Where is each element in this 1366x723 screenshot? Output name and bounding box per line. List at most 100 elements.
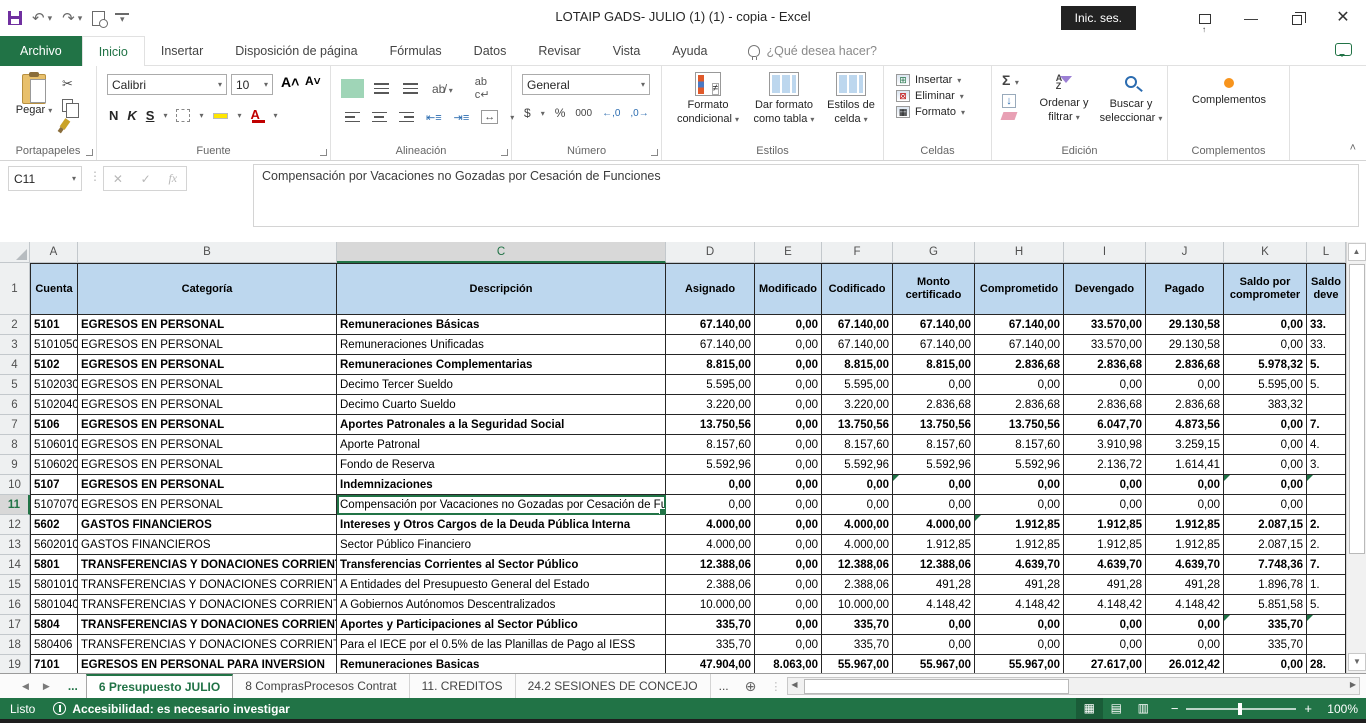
font-color-icon[interactable]: A [251, 107, 265, 123]
table-header-cell[interactable]: Saldo deve [1307, 263, 1346, 315]
cell-L12[interactable]: 2. [1307, 515, 1346, 535]
cell-E16[interactable]: 0,00 [755, 595, 822, 615]
cell-L6[interactable] [1307, 395, 1346, 415]
cell-L13[interactable]: 2. [1307, 535, 1346, 555]
cell-F4[interactable]: 8.815,00 [822, 355, 893, 375]
increase-indent-icon[interactable]: ⇥≡ [454, 111, 470, 124]
increase-font-icon[interactable]: A˄ [281, 74, 299, 90]
cell-E19[interactable]: 8.063,00 [755, 655, 822, 673]
cell-A7[interactable]: 5106 [30, 415, 78, 435]
prev-sheet-icon[interactable]: ◀ [22, 681, 29, 692]
cell-D17[interactable]: 335,70 [666, 615, 755, 635]
increase-decimal-icon[interactable]: ←,0 [602, 108, 620, 119]
cell-B10[interactable]: EGRESOS EN PERSONAL [78, 475, 337, 495]
sheet-overflow-left[interactable]: ... [60, 674, 86, 698]
cell-B6[interactable]: EGRESOS EN PERSONAL [78, 395, 337, 415]
cell-G2[interactable]: 67.140,00 [893, 315, 975, 335]
format-as-table-button[interactable]: Dar formato como tabla ▾ [748, 72, 820, 127]
column-header-L[interactable]: L [1307, 242, 1346, 263]
currency-format-icon[interactable]: $ [524, 106, 531, 120]
table-header-cell[interactable]: Comprometido [975, 263, 1064, 315]
cell-B18[interactable]: TRANSFERENCIAS Y DONACIONES CORRIENTES [78, 635, 337, 655]
cell-H8[interactable]: 8.157,60 [975, 435, 1064, 455]
cell-A16[interactable]: 5801040 [30, 595, 78, 615]
cell-A10[interactable]: 5107 [30, 475, 78, 495]
cell-D8[interactable]: 8.157,60 [666, 435, 755, 455]
cell-A12[interactable]: 5602 [30, 515, 78, 535]
table-header-cell[interactable]: Devengado [1064, 263, 1146, 315]
merge-center-icon[interactable]: ↔ [481, 110, 498, 124]
cell-C8[interactable]: Aporte Patronal [337, 435, 666, 455]
menu-tab-archivo[interactable]: Archivo [0, 36, 82, 66]
table-header-cell[interactable]: Saldo por comprometer [1224, 263, 1307, 315]
row-header-13[interactable]: 13 [0, 535, 30, 555]
menu-tab-f-rmulas[interactable]: Fórmulas [374, 36, 458, 66]
close-button[interactable]: ✕ [1320, 0, 1366, 36]
sheet-overflow-right[interactable]: ... [711, 674, 737, 698]
font-dialog-launcher-icon[interactable] [320, 149, 327, 156]
cell-D13[interactable]: 4.000,00 [666, 535, 755, 555]
cell-G13[interactable]: 1.912,85 [893, 535, 975, 555]
sort-filter-button[interactable]: AZ Ordenar y filtrar ▾ [1032, 74, 1096, 124]
wrap-text-icon[interactable]: abc↵ [475, 76, 490, 101]
row-header-4[interactable]: 4 [0, 355, 30, 375]
cell-F15[interactable]: 2.388,06 [822, 575, 893, 595]
menu-tab-datos[interactable]: Datos [458, 36, 523, 66]
formula-input[interactable]: Compensación por Vacaciones no Gozadas p… [253, 164, 1359, 227]
cell-K5[interactable]: 5.595,00 [1224, 375, 1307, 395]
row-header-19[interactable]: 19 [0, 655, 30, 673]
cell-I4[interactable]: 2.836,68 [1064, 355, 1146, 375]
number-dialog-launcher-icon[interactable] [651, 149, 658, 156]
cell-G7[interactable]: 13.750,56 [893, 415, 975, 435]
cell-L15[interactable]: 1. [1307, 575, 1346, 595]
cell-D12[interactable]: 4.000,00 [666, 515, 755, 535]
cell-D5[interactable]: 5.595,00 [666, 375, 755, 395]
row-header-5[interactable]: 5 [0, 375, 30, 395]
cell-C10[interactable]: Indemnizaciones [337, 475, 666, 495]
cell-I17[interactable]: 0,00 [1064, 615, 1146, 635]
cell-J8[interactable]: 3.259,15 [1146, 435, 1224, 455]
row-header-18[interactable]: 18 [0, 635, 30, 655]
cell-I19[interactable]: 27.617,00 [1064, 655, 1146, 673]
column-header-B[interactable]: B [78, 242, 337, 263]
cell-A4[interactable]: 5102 [30, 355, 78, 375]
row-header-16[interactable]: 16 [0, 595, 30, 615]
cell-J10[interactable]: 0,00 [1146, 475, 1224, 495]
cut-icon[interactable]: ✂ [62, 76, 73, 92]
cell-J4[interactable]: 2.836,68 [1146, 355, 1224, 375]
orientation-icon[interactable]: ab̸ ▾ [432, 82, 453, 96]
cell-I12[interactable]: 1.912,85 [1064, 515, 1146, 535]
cell-D10[interactable]: 0,00 [666, 475, 755, 495]
cell-I6[interactable]: 2.836,68 [1064, 395, 1146, 415]
cell-F2[interactable]: 67.140,00 [822, 315, 893, 335]
cell-G5[interactable]: 0,00 [893, 375, 975, 395]
insert-function-icon[interactable]: fx [168, 171, 177, 186]
cell-I15[interactable]: 491,28 [1064, 575, 1146, 595]
cell-H2[interactable]: 67.140,00 [975, 315, 1064, 335]
font-color-caret-icon[interactable]: ▾ [274, 111, 278, 120]
decrease-decimal-icon[interactable]: ,0→ [630, 108, 648, 119]
zoom-slider-thumb[interactable] [1238, 703, 1242, 715]
cell-K3[interactable]: 0,00 [1224, 335, 1307, 355]
cell-C15[interactable]: A Entidades del Presupuesto General del … [337, 575, 666, 595]
cell-L14[interactable]: 7. [1307, 555, 1346, 575]
menu-tab-ayuda[interactable]: Ayuda [656, 36, 723, 66]
format-painter-icon[interactable] [60, 118, 71, 130]
row-header-12[interactable]: 12 [0, 515, 30, 535]
confirm-entry-icon[interactable]: ✓ [141, 172, 151, 186]
cell-A11[interactable]: 5107070 [30, 495, 78, 515]
row-header-15[interactable]: 15 [0, 575, 30, 595]
sheet-tab-6-presupuesto-julio[interactable]: 6 Presupuesto JULIO [86, 674, 233, 698]
cell-F6[interactable]: 3.220,00 [822, 395, 893, 415]
cell-A8[interactable]: 5106010 [30, 435, 78, 455]
cell-G19[interactable]: 55.967,00 [893, 655, 975, 673]
cell-C13[interactable]: Sector Público Financiero [337, 535, 666, 555]
column-header-C[interactable]: C [337, 242, 666, 263]
cell-C17[interactable]: Aportes y Participaciones al Sector Públ… [337, 615, 666, 635]
cell-A17[interactable]: 5804 [30, 615, 78, 635]
page-layout-view-icon[interactable]: ▤ [1103, 698, 1130, 719]
cell-C3[interactable]: Remuneraciones Unificadas [337, 335, 666, 355]
cell-K19[interactable]: 0,00 [1224, 655, 1307, 673]
cell-H7[interactable]: 13.750,56 [975, 415, 1064, 435]
conditional-format-button[interactable]: Formato condicional ▾ [672, 72, 744, 127]
